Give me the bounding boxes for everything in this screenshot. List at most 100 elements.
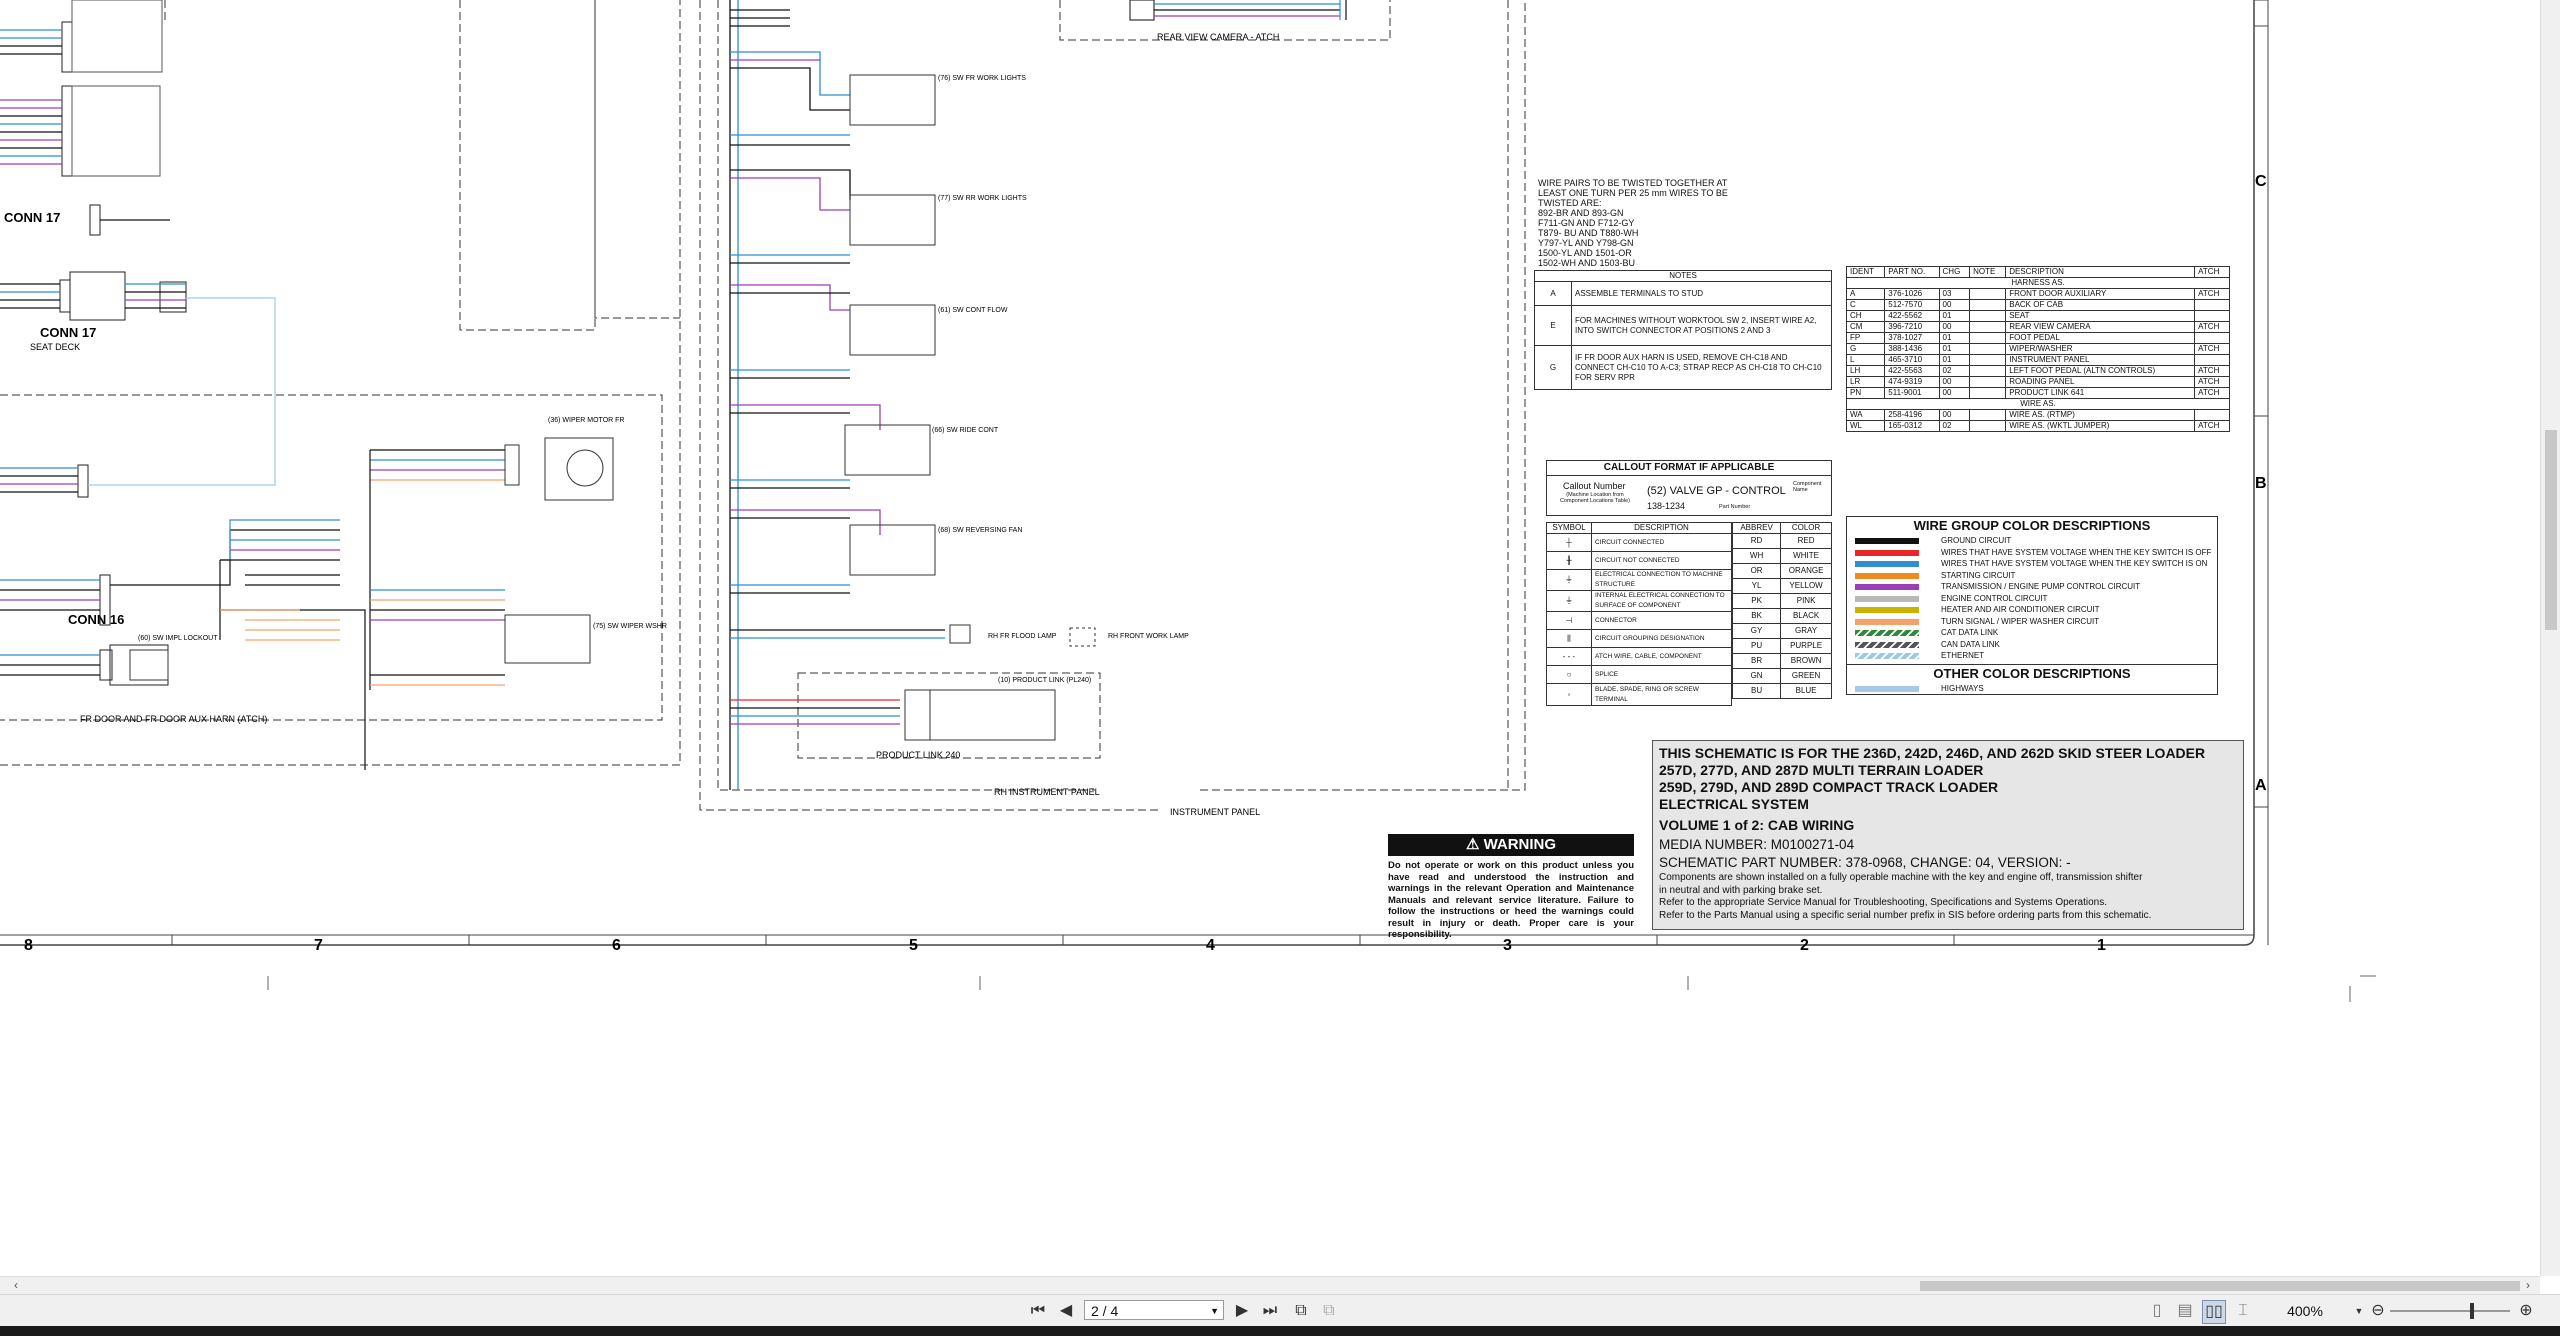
table-row: YL YELLOW bbox=[1731, 578, 1832, 594]
cell bbox=[2194, 310, 2230, 322]
dashed-line-icon: - - - bbox=[1546, 647, 1592, 666]
cell: CIRCUIT GROUPING DESIGNATION bbox=[1591, 629, 1732, 648]
cell bbox=[1969, 332, 2007, 344]
horizontal-scroll-thumb[interactable] bbox=[1920, 1281, 2520, 1291]
table-row: GN GREEN bbox=[1731, 668, 1832, 684]
cell: 376-1026 bbox=[1884, 288, 1940, 300]
label-conn17-b: CONN 17 bbox=[40, 325, 96, 340]
cell: WIRE AS. (RTMP) bbox=[2005, 409, 2196, 421]
wire-group-label: TRANSMISSION / ENGINE PUMP CONTROL CIRCU… bbox=[1941, 582, 2141, 591]
cell: 00 bbox=[1938, 409, 1971, 421]
label-conn17-a: CONN 17 bbox=[4, 210, 60, 225]
cell: FOOT PEDAL bbox=[2005, 332, 2196, 344]
zoom-level[interactable]: 400% bbox=[2280, 1300, 2330, 1322]
wire-group-row: HEATER AND AIR CONDITIONER CIRCUIT bbox=[1847, 604, 2217, 616]
cell: ATCH bbox=[2194, 288, 2230, 300]
terminal-icon: ◦ bbox=[1546, 683, 1592, 706]
cell bbox=[2194, 299, 2230, 311]
internal-ground-icon: ⏚ bbox=[1546, 590, 1592, 612]
zoom-in-icon[interactable]: ⊕ bbox=[2516, 1300, 2536, 1322]
vertical-scroll-thumb[interactable] bbox=[2545, 430, 2557, 630]
table-row: LR 474-9319 00 ROADING PANEL ATCH bbox=[1845, 376, 2230, 388]
last-page-icon[interactable]: ⏭ bbox=[1260, 1300, 1280, 1322]
label-sw-ride-cont: (66) SW RIDE CONT bbox=[932, 427, 999, 434]
callout-title: CALLOUT FORMAT IF APPLICABLE bbox=[1547, 461, 1831, 476]
two-page-view-icon[interactable]: ▯▯ bbox=[2202, 1300, 2226, 1324]
warning-block: ⚠ WARNING Do not operate or work on this… bbox=[1388, 834, 1634, 941]
cell: ATCH bbox=[2194, 387, 2230, 399]
text-select-icon[interactable]: ⌶ bbox=[2232, 1300, 2254, 1322]
zoom-out-icon[interactable]: ⊖ bbox=[2368, 1300, 2388, 1322]
cell: BU bbox=[1731, 683, 1782, 699]
cell bbox=[1969, 409, 2007, 421]
table-row: ⊣ CONNECTOR bbox=[1546, 611, 1732, 630]
table-row: ⏚ INTERNAL ELECTRICAL CONNECTION TO SURFA… bbox=[1546, 590, 1732, 612]
col-header: ATCH bbox=[2194, 266, 2230, 278]
horizontal-scrollbar[interactable]: ‹ › bbox=[0, 1276, 2540, 1295]
connector-icon: ⊣ bbox=[1546, 611, 1592, 630]
cell bbox=[2194, 354, 2230, 366]
fit-width-icon[interactable]: ⧉ bbox=[1318, 1300, 1340, 1322]
table-row: WL 165-0312 02 WIRE AS. (WKTL JUMPER) ATCH bbox=[1845, 420, 2230, 432]
cell bbox=[2194, 332, 2230, 344]
col-header: PART NO. bbox=[1884, 266, 1940, 278]
col-header: DESCRIPTION bbox=[2005, 266, 2196, 278]
zoom-slider[interactable] bbox=[2390, 1303, 2510, 1319]
page-number-input[interactable]: 2 / 4 ▼ bbox=[1084, 1300, 1224, 1320]
wire-group-label: STARTING CIRCUIT bbox=[1941, 570, 2016, 580]
group-header: WIRE AS. bbox=[1846, 398, 2230, 410]
single-page-view-icon[interactable]: ▯ bbox=[2146, 1300, 2168, 1322]
wires-rear-camera bbox=[1129, 0, 1347, 21]
cell bbox=[1969, 387, 2007, 399]
continuous-view-icon[interactable]: ▤ bbox=[2174, 1300, 2196, 1322]
label-wiper-switch: (75) SW WIPER WSHR bbox=[593, 623, 667, 630]
media-number: MEDIA NUMBER: M0100271-04 bbox=[1659, 837, 1855, 852]
cell: A bbox=[1845, 288, 1886, 300]
cell: GY bbox=[1731, 623, 1782, 639]
warning-header: ⚠ WARNING bbox=[1388, 834, 1634, 856]
wire-group-label: HIGHWAYS bbox=[1941, 683, 1984, 693]
label-rh-front-work-lamp: RH FRONT WORK LAMP bbox=[1108, 633, 1189, 640]
color-swatch bbox=[1855, 572, 1919, 579]
wire-group-label: ETHERNET bbox=[1941, 651, 1985, 660]
harness-table-header: IDENT PART NO. CHG NOTE DESCRIPTION ATCH bbox=[1845, 266, 2230, 278]
zone-letter-a: A bbox=[2255, 777, 2267, 794]
table-row: BR BROWN bbox=[1731, 653, 1832, 669]
table-row: PU PURPLE bbox=[1731, 638, 1832, 654]
scroll-right-icon[interactable]: › bbox=[2526, 1278, 2530, 1292]
cell: CH bbox=[1845, 310, 1886, 322]
cell: ATCH bbox=[2194, 376, 2230, 388]
other-color-title: OTHER COLOR DESCRIPTIONS bbox=[1847, 663, 2217, 683]
zone-number-7: 7 bbox=[314, 937, 323, 954]
fit-page-icon[interactable]: ⧉ bbox=[1290, 1300, 1312, 1322]
page-dropdown-icon[interactable]: ▼ bbox=[1210, 1301, 1219, 1321]
cell: WH bbox=[1731, 548, 1782, 564]
cell: GRAY bbox=[1780, 623, 1832, 639]
first-page-icon[interactable]: ⏮ bbox=[1028, 1300, 1048, 1322]
wire-group-row: ETHERNET bbox=[1847, 650, 2217, 662]
cell: 165-0312 bbox=[1884, 420, 1940, 432]
cell: LEFT FOOT PEDAL (ALTN CONTROLS) bbox=[2005, 365, 2196, 377]
cell bbox=[1969, 376, 2007, 388]
cell: L bbox=[1845, 354, 1886, 366]
callout-format-box: CALLOUT FORMAT IF APPLICABLE Callout Num… bbox=[1546, 460, 1832, 516]
callout-machine-location: (Machine Location from Component Locatio… bbox=[1560, 492, 1630, 504]
warning-triangle-icon: ⚠ bbox=[1465, 836, 1480, 853]
scroll-left-icon[interactable]: ‹ bbox=[14, 1278, 18, 1292]
group-header: HARNESS AS. bbox=[1846, 277, 2230, 289]
cell: BLUE bbox=[1780, 683, 1832, 699]
title-line: ELECTRICAL SYSTEM bbox=[1659, 796, 1809, 812]
zoom-dropdown-icon[interactable]: ▼ bbox=[2352, 1300, 2366, 1322]
next-page-icon[interactable]: ▶ bbox=[1232, 1300, 1252, 1322]
document-viewport[interactable]: 8 7 6 5 4 3 2 1 C B A REAR VIEW CAMERA -… bbox=[0, 0, 2540, 1276]
table-row: ◦ BLADE, SPADE, RING OR SCREW TERMINAL bbox=[1546, 683, 1732, 706]
title-note: Refer to the Parts Manual using a specif… bbox=[1659, 909, 2152, 921]
zoom-slider-knob[interactable] bbox=[2470, 1303, 2474, 1319]
cell: 422-5562 bbox=[1884, 310, 1940, 322]
previous-page-icon[interactable]: ◀ bbox=[1056, 1300, 1076, 1322]
cell: BLADE, SPADE, RING OR SCREW TERMINAL bbox=[1591, 683, 1732, 706]
callout-component-name: Component Name bbox=[1793, 481, 1822, 493]
zone-number-8: 8 bbox=[24, 937, 33, 954]
zone-number-1: 1 bbox=[2097, 937, 2106, 954]
vertical-scrollbar[interactable] bbox=[2540, 0, 2560, 1276]
